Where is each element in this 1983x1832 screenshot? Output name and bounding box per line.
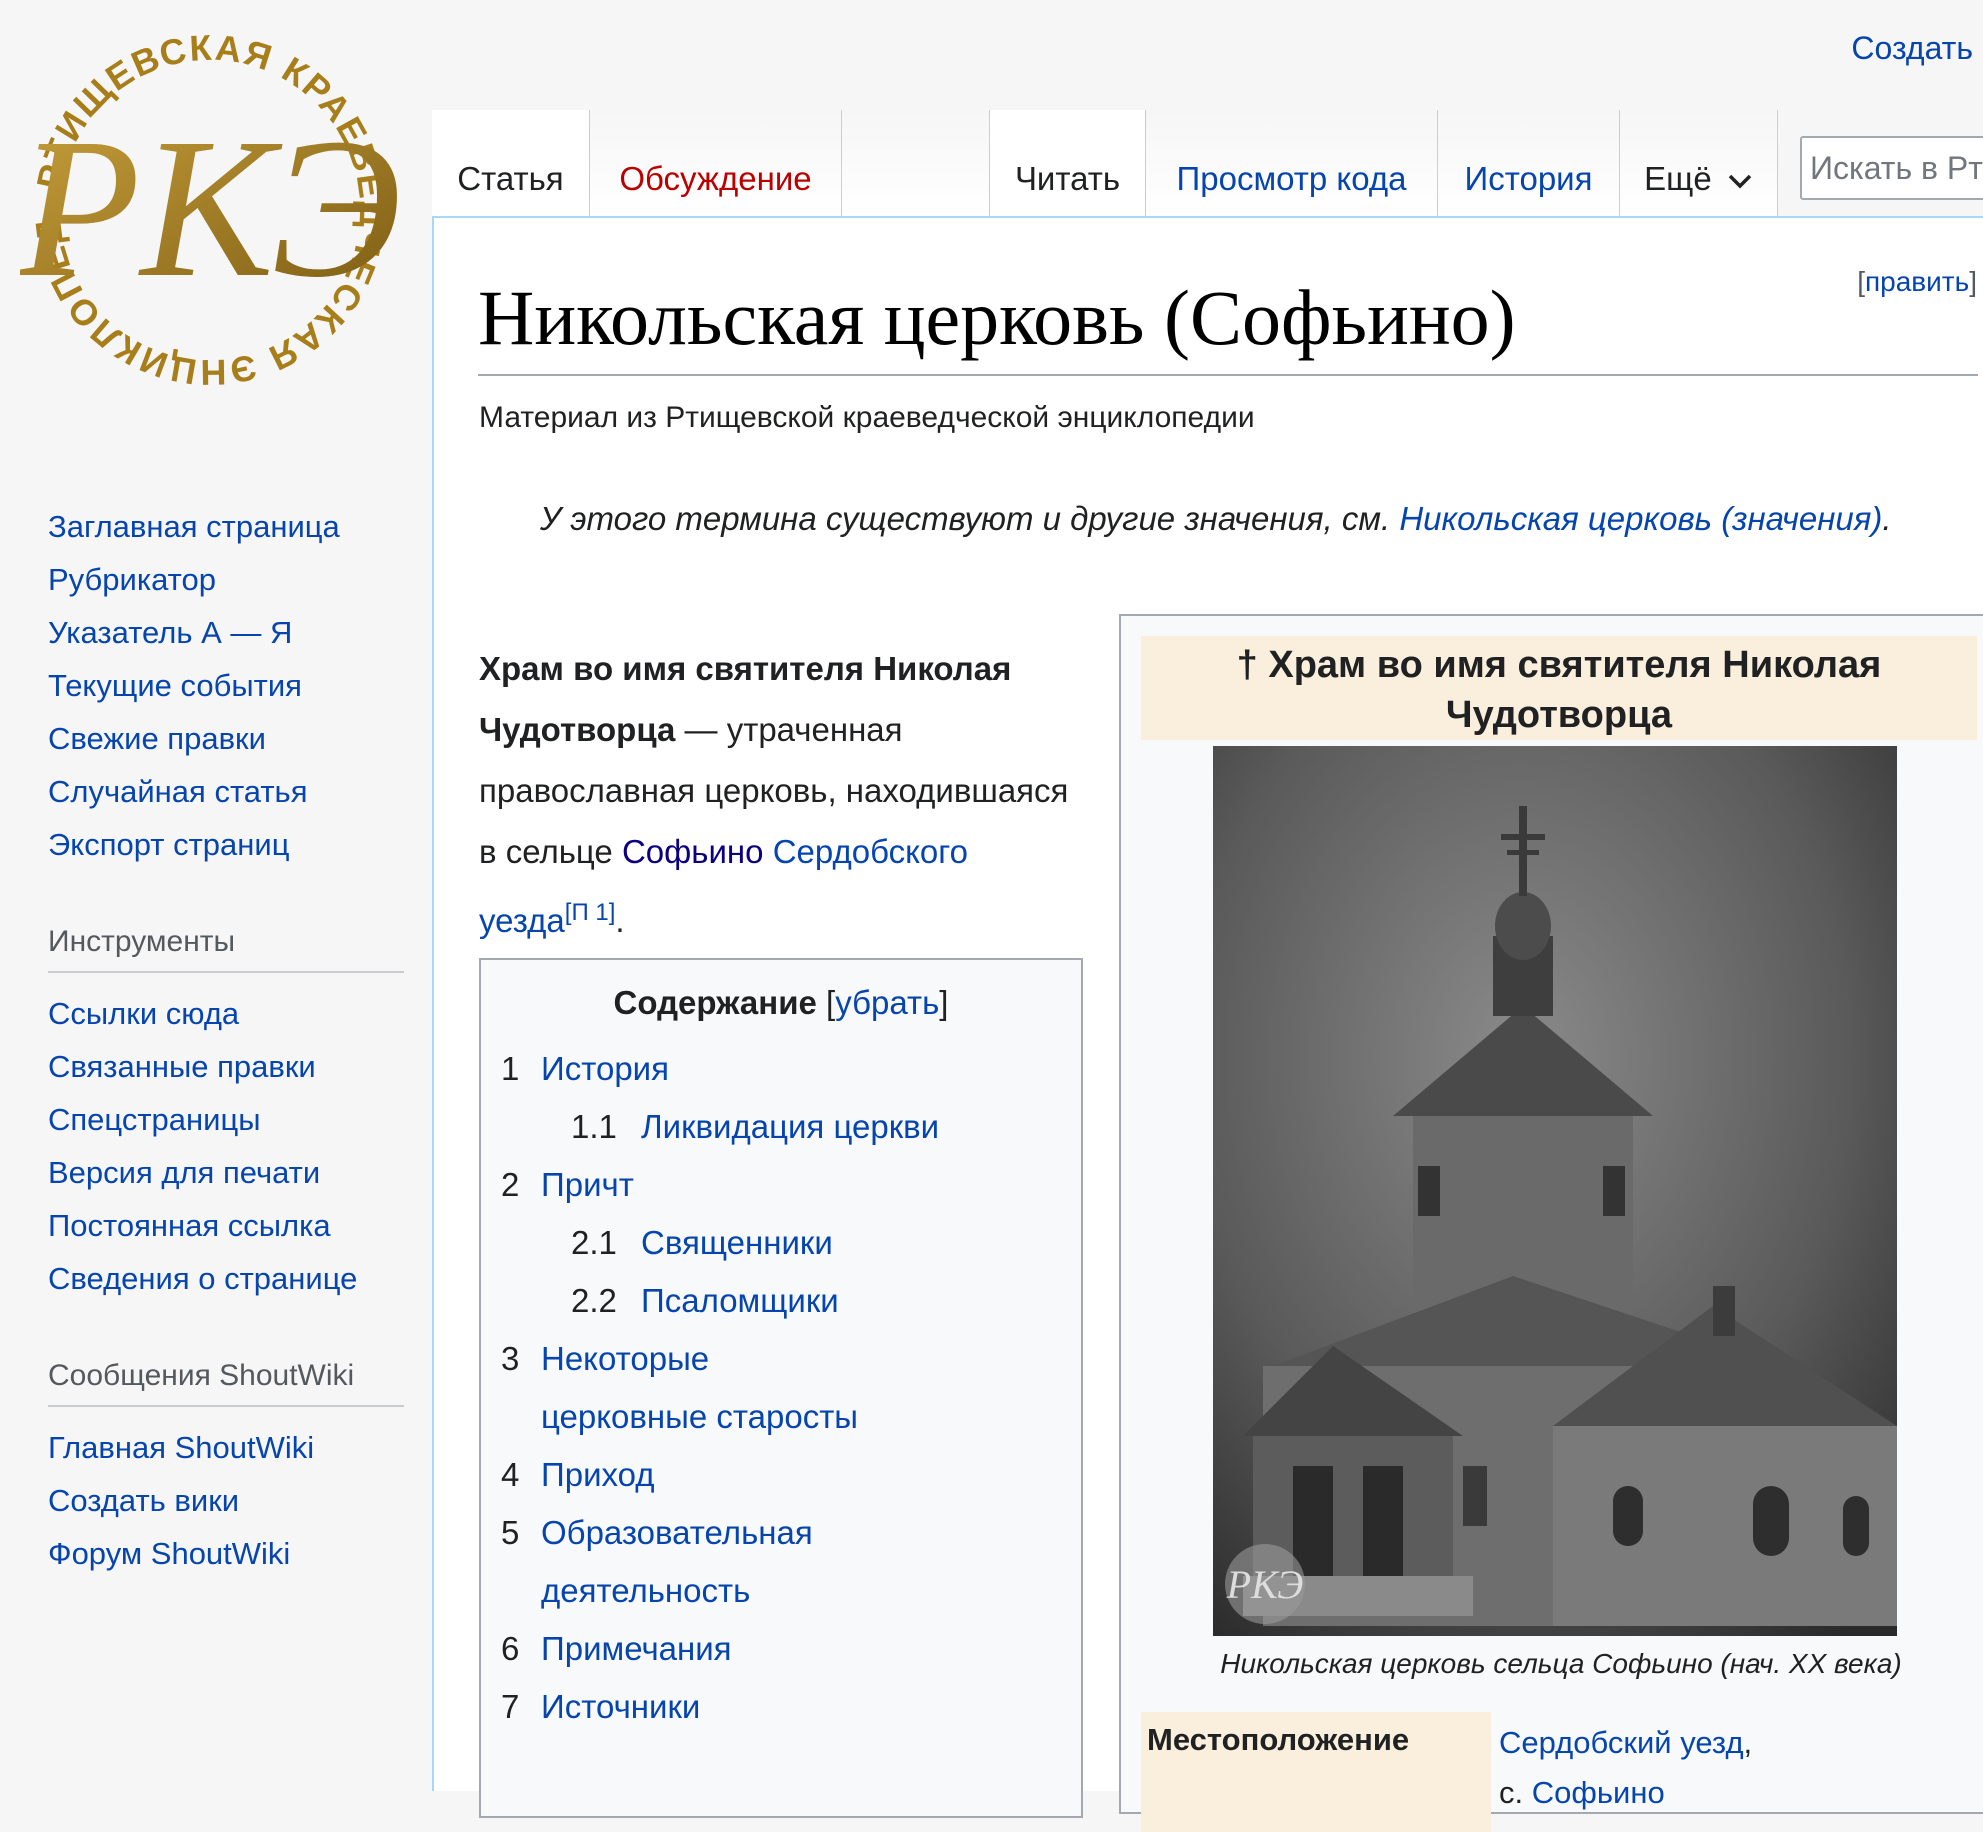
sidebar-item-current-events[interactable]: Текущие события — [48, 659, 404, 712]
toc-item[interactable]: 4 Приход — [501, 1446, 1061, 1504]
location-value: Сердобский уезд, с. Софьино — [1499, 1725, 1753, 1810]
toc-item[interactable]: 5 Образовательная деятельность — [501, 1504, 1061, 1620]
sidebar-item-recent-changes[interactable]: Свежие правки — [48, 712, 404, 765]
toc-item[interactable]: 2 Причт — [501, 1156, 1061, 1214]
lead-paragraph: Храм во имя святителя Николая Чудотворца… — [479, 650, 1069, 939]
toc-item[interactable]: 1.1 Ликвидация церкви — [501, 1098, 1061, 1156]
table-of-contents: Содержание [убрать] 1 История 1.1 Ликвидац… — [479, 958, 1083, 1818]
reference-link[interactable]: [П 1] — [565, 899, 616, 926]
sidebar-item-whatlinkshere[interactable]: Ссылки сюда — [48, 987, 404, 1040]
toc-header: Содержание [убрать] — [613, 984, 949, 1021]
toc-item[interactable]: 2.2 Псаломщики — [501, 1272, 1061, 1330]
sidebar-item-special-pages[interactable]: Спецстраницы — [48, 1093, 404, 1146]
search-input[interactable]: Искать в Ртищевской — [1800, 136, 1983, 200]
sidebar-item-random[interactable]: Случайная статья — [48, 765, 404, 818]
village-link[interactable]: Софьино — [1532, 1775, 1665, 1810]
sidebar-item-page-info[interactable]: Сведения о странице — [48, 1252, 404, 1305]
toc-toggle[interactable]: убрать — [835, 984, 939, 1021]
hatnote: У этого термина существуют и другие знач… — [540, 500, 1892, 537]
photo-watermark: РКЭ — [1226, 1562, 1304, 1607]
sidebar-item-export[interactable]: Экспорт страниц — [48, 818, 404, 871]
infobox: † Храм во имя святителя Николая Чудотвор… — [1119, 614, 1983, 1832]
site-subtitle: Материал из Ртищевской краеведческой энц… — [479, 401, 1255, 434]
toc-item[interactable]: 6 Примечания — [501, 1620, 1061, 1678]
create-account-link[interactable]: Создать — [1851, 30, 1973, 67]
sidebar-item-related-changes[interactable]: Связанные правки — [48, 1040, 404, 1093]
sidebar-item-shoutwiki-main[interactable]: Главная ShoutWiki — [48, 1421, 404, 1474]
infobox-row-location: Местоположение Сердобский уезд, с. Софьин… — [1141, 1712, 1981, 1832]
site-logo[interactable]: РТИЩЕВСКАЯ КРАЕВЕДЧЕСКАЯ ЭНЦИКЛОПЕДИЯ РК… — [20, 20, 400, 400]
shoutwiki-heading: Сообщения ShoutWiki — [48, 1359, 404, 1407]
logo-monogram: РКЭ — [20, 98, 400, 319]
church-photo[interactable]: РКЭ — [1213, 746, 1897, 1636]
sidebar-navigation: Заглавная страница Рубрикатор Указатель … — [48, 500, 404, 871]
sidebar-item-permalink[interactable]: Постоянная ссылка — [48, 1199, 404, 1252]
sidebar-item-create-wiki[interactable]: Создать вики — [48, 1474, 404, 1527]
sidebar: Заглавная страница Рубрикатор Указатель … — [0, 500, 420, 1580]
sidebar-item-shoutwiki-forum[interactable]: Форум ShoutWiki — [48, 1527, 404, 1580]
tab-read[interactable]: Читать — [990, 110, 1146, 218]
content-area: [править] Никольская церковь (Софьино) М… — [432, 216, 1983, 1832]
image-caption: Никольская церковь сельца Софьино (нач. … — [1220, 1648, 1902, 1679]
hatnote-link[interactable]: Никольская церковь (значения) — [1399, 500, 1882, 537]
sidebar-item-index[interactable]: Указатель А — Я — [48, 606, 404, 659]
tab-more[interactable]: Ещё — [1620, 110, 1778, 218]
tab-article[interactable]: Статья — [432, 110, 590, 218]
tab-talk[interactable]: Обсуждение — [590, 110, 842, 218]
sidebar-tools: Инструменты Ссылки сюда Связанные правки… — [48, 925, 404, 1305]
infobox-title: † Храм во имя святителя Николая Чудотвор… — [1141, 636, 1977, 740]
sidebar-item-rubricator[interactable]: Рубрикатор — [48, 553, 404, 606]
tools-heading: Инструменты — [48, 925, 404, 973]
toc-item[interactable]: 3 Некоторые церковные старосты — [501, 1330, 1061, 1446]
toc-item[interactable]: 1 История — [501, 1040, 1061, 1098]
toc-item[interactable]: 2.1 Священники — [501, 1214, 1061, 1272]
page-title: Никольская церковь (Софьино) — [478, 270, 1978, 376]
chevron-down-icon — [1728, 175, 1752, 189]
tab-history[interactable]: История — [1438, 110, 1620, 218]
location-label: Местоположение — [1141, 1712, 1491, 1832]
sidebar-item-main-page[interactable]: Заглавная страница — [48, 500, 404, 553]
sidebar-item-print[interactable]: Версия для печати — [48, 1146, 404, 1199]
tab-view-source[interactable]: Просмотр кода — [1146, 110, 1438, 218]
sidebar-shoutwiki: Сообщения ShoutWiki Главная ShoutWiki Со… — [48, 1359, 404, 1580]
toc-item[interactable]: 7 Источники — [501, 1678, 1061, 1736]
sofyino-link[interactable]: Софьино — [622, 833, 764, 870]
uezd-link[interactable]: Сердобский уезд — [1499, 1725, 1744, 1760]
